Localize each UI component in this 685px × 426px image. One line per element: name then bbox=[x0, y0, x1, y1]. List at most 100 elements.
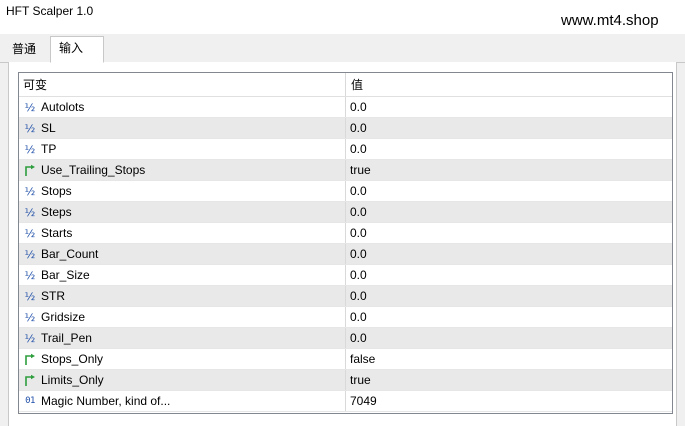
variable-cell: Use_Trailing_Stops bbox=[19, 160, 346, 180]
value-cell[interactable]: 0.0 bbox=[347, 265, 672, 285]
variable-value: 0.0 bbox=[350, 289, 367, 303]
variable-cell: ½ Trail_Pen bbox=[19, 328, 346, 348]
variable-name: Trail_Pen bbox=[41, 331, 92, 345]
table-row[interactable]: ½ Bar_Size 0.0 bbox=[19, 265, 672, 286]
variable-cell: ½ Autolots bbox=[19, 97, 346, 117]
value-cell[interactable]: 0.0 bbox=[347, 307, 672, 327]
value-cell[interactable]: 0.0 bbox=[347, 223, 672, 243]
variable-cell: 01 Magic Number, kind of... bbox=[19, 391, 346, 411]
grid-header: 可变 值 bbox=[19, 73, 672, 97]
variable-value: 0.0 bbox=[350, 121, 367, 135]
variable-cell: ½ TP bbox=[19, 139, 346, 159]
variable-name: TP bbox=[41, 142, 57, 156]
variable-name: Magic Number, kind of... bbox=[41, 394, 171, 408]
tab-general[interactable]: 普通 bbox=[4, 38, 45, 62]
variable-value: 0.0 bbox=[350, 247, 367, 261]
table-row[interactable]: 01 Magic Number, kind of... 7049 bbox=[19, 391, 672, 412]
grid-body: ½ Autolots 0.0 ½ SL 0.0 ½ TP 0.0 Use_Trailing_Sto… bbox=[19, 97, 672, 412]
variable-value: 0.0 bbox=[350, 100, 367, 114]
variable-value: true bbox=[350, 163, 371, 177]
variable-cell: Limits_Only bbox=[19, 370, 346, 390]
fraction-icon: ½ bbox=[24, 100, 36, 114]
variable-name: Limits_Only bbox=[41, 373, 104, 387]
value-cell[interactable]: 7049 bbox=[347, 391, 672, 411]
variable-value: 0.0 bbox=[350, 226, 367, 240]
value-cell[interactable]: 0.0 bbox=[347, 202, 672, 222]
tab-inputs[interactable]: 输入 bbox=[50, 36, 104, 63]
bool-arrow-icon bbox=[23, 373, 37, 387]
value-cell[interactable]: 0.0 bbox=[347, 286, 672, 306]
variable-value: true bbox=[350, 373, 371, 387]
table-row[interactable]: ½ Autolots 0.0 bbox=[19, 97, 672, 118]
variable-cell: ½ Steps bbox=[19, 202, 346, 222]
table-row[interactable]: ½ Steps 0.0 bbox=[19, 202, 672, 223]
variable-name: Stops bbox=[41, 184, 72, 198]
table-row[interactable]: ½ SL 0.0 bbox=[19, 118, 672, 139]
variable-value: 0.0 bbox=[350, 310, 367, 324]
fraction-icon: ½ bbox=[24, 142, 36, 156]
value-cell[interactable]: 0.0 bbox=[347, 244, 672, 264]
variable-value: false bbox=[350, 352, 376, 366]
table-row[interactable]: ½ Starts 0.0 bbox=[19, 223, 672, 244]
fraction-icon: ½ bbox=[24, 121, 36, 135]
variable-name: Starts bbox=[41, 226, 73, 240]
fraction-icon: ½ bbox=[24, 226, 36, 240]
variable-name: SL bbox=[41, 121, 56, 135]
table-row[interactable]: ½ TP 0.0 bbox=[19, 139, 672, 160]
variable-value: 0.0 bbox=[350, 268, 367, 282]
variable-cell: ½ Starts bbox=[19, 223, 346, 243]
table-row[interactable]: ½ STR 0.0 bbox=[19, 286, 672, 307]
variable-cell: ½ Bar_Count bbox=[19, 244, 346, 264]
fraction-icon: ½ bbox=[24, 247, 36, 261]
table-row[interactable]: Limits_Only true bbox=[19, 370, 672, 391]
variable-name: Use_Trailing_Stops bbox=[41, 163, 146, 177]
bool-arrow-icon bbox=[23, 352, 37, 366]
header-value[interactable]: 值 bbox=[347, 73, 672, 96]
table-row[interactable]: Stops_Only false bbox=[19, 349, 672, 370]
value-cell[interactable]: false bbox=[347, 349, 672, 369]
variable-value: 0.0 bbox=[350, 142, 367, 156]
value-cell[interactable]: true bbox=[347, 160, 672, 180]
table-row[interactable]: ½ Bar_Count 0.0 bbox=[19, 244, 672, 265]
bool-arrow-icon bbox=[23, 163, 37, 177]
inputs-grid: 可变 值 ½ Autolots 0.0 ½ SL 0.0 ½ TP 0.0 Use_Trailin… bbox=[18, 72, 673, 414]
header-variable[interactable]: 可变 bbox=[19, 73, 346, 96]
variable-name: Stops_Only bbox=[41, 352, 104, 366]
variable-cell: ½ Stops bbox=[19, 181, 346, 201]
fraction-icon: ½ bbox=[24, 310, 36, 324]
variable-name: Steps bbox=[41, 205, 72, 219]
variable-name: Autolots bbox=[41, 100, 85, 114]
fraction-icon: ½ bbox=[24, 184, 36, 198]
variable-cell: ½ SL bbox=[19, 118, 346, 138]
table-row[interactable]: ½ Stops 0.0 bbox=[19, 181, 672, 202]
table-row[interactable]: Use_Trailing_Stops true bbox=[19, 160, 672, 181]
fraction-icon: ½ bbox=[24, 331, 36, 345]
variable-name: Gridsize bbox=[41, 310, 86, 324]
variable-value: 7049 bbox=[350, 394, 377, 408]
variable-cell: ½ Bar_Size bbox=[19, 265, 346, 285]
fraction-icon: ½ bbox=[24, 205, 36, 219]
fraction-icon: ½ bbox=[24, 268, 36, 282]
value-cell[interactable]: 0.0 bbox=[347, 118, 672, 138]
variable-cell: Stops_Only bbox=[19, 349, 346, 369]
variable-name: STR bbox=[41, 289, 65, 303]
variable-value: 0.0 bbox=[350, 331, 367, 345]
value-cell[interactable]: 0.0 bbox=[347, 181, 672, 201]
watermark-text: www.mt4.shop bbox=[561, 12, 659, 29]
variable-cell: ½ STR bbox=[19, 286, 346, 306]
variable-value: 0.0 bbox=[350, 184, 367, 198]
variable-name: Bar_Count bbox=[41, 247, 99, 261]
table-row[interactable]: ½ Trail_Pen 0.0 bbox=[19, 328, 672, 349]
variable-cell: ½ Gridsize bbox=[19, 307, 346, 327]
window-title: HFT Scalper 1.0 bbox=[6, 4, 94, 18]
fraction-icon: ½ bbox=[24, 289, 36, 303]
integer-icon: 01 bbox=[25, 396, 35, 406]
value-cell[interactable]: 0.0 bbox=[347, 328, 672, 348]
title-bar: HFT Scalper 1.0 www.mt4.shop bbox=[0, 0, 685, 34]
value-cell[interactable]: 0.0 bbox=[347, 139, 672, 159]
variable-name: Bar_Size bbox=[41, 268, 90, 282]
value-cell[interactable]: true bbox=[347, 370, 672, 390]
value-cell[interactable]: 0.0 bbox=[347, 97, 672, 117]
table-row[interactable]: ½ Gridsize 0.0 bbox=[19, 307, 672, 328]
variable-value: 0.0 bbox=[350, 205, 367, 219]
